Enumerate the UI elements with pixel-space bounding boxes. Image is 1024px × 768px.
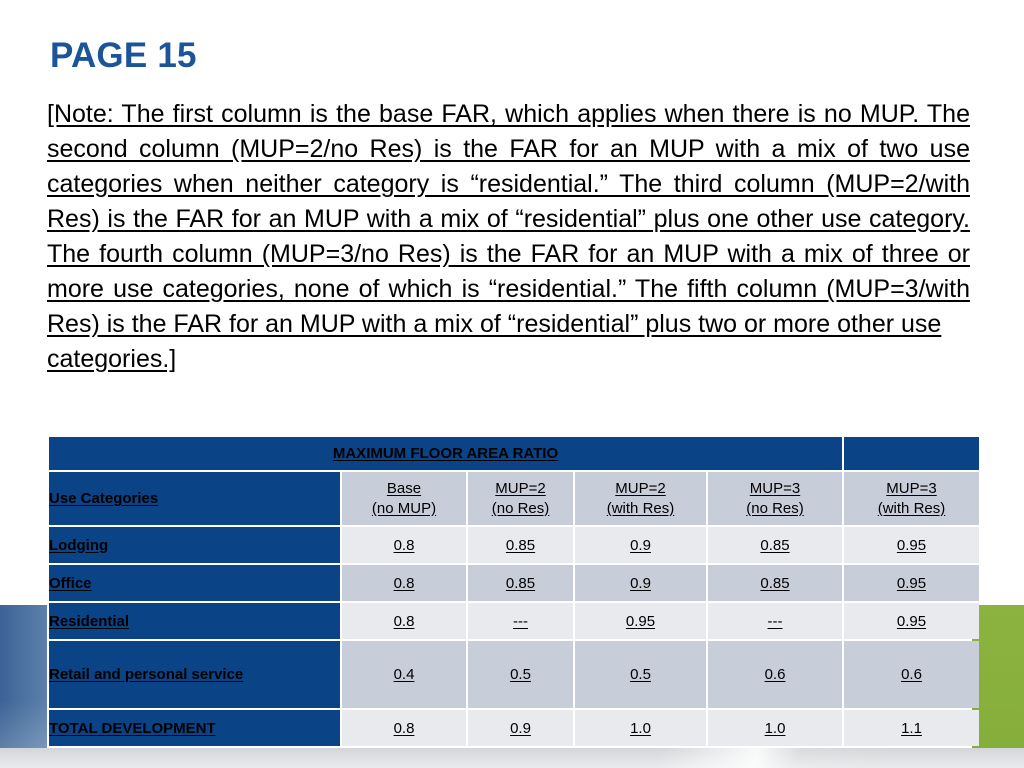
cell-office-base: 0.8 xyxy=(342,565,466,601)
decorative-footer-sheen xyxy=(660,748,890,768)
cell-total-mup2-no-res: 0.9 xyxy=(468,710,573,746)
cell-lodging-mup3-with-res: 0.95 xyxy=(844,527,979,563)
cell-residential-mup2-no-res: --- xyxy=(468,603,573,639)
cell-residential-mup3-no-res: --- xyxy=(708,603,842,639)
table-banner-spare-cell xyxy=(844,437,979,470)
cell-retail-mup2-no-res: 0.5 xyxy=(468,641,573,708)
table-row: Retail and personal service 0.4 0.5 0.5 … xyxy=(49,641,979,708)
column-header-line2: (no Res) xyxy=(491,499,550,517)
cell-residential-mup3-with-res: 0.95 xyxy=(844,603,979,639)
cell-lodging-mup2-no-res: 0.85 xyxy=(468,527,573,563)
column-header-line1: MUP=2 xyxy=(495,479,546,497)
cell-total-mup3-no-res: 1.0 xyxy=(708,710,842,746)
note-paragraph-last-line: categories.] xyxy=(47,345,177,373)
cell-office-mup3-no-res: 0.85 xyxy=(708,565,842,601)
cell-lodging-mup3-no-res: 0.85 xyxy=(708,527,842,563)
column-header-line1: MUP=3 xyxy=(749,479,801,497)
column-header-mup2-no-res: MUP=2 (no Res) xyxy=(468,472,573,525)
column-header-line1: MUP=2 xyxy=(615,479,666,497)
column-header-mup3-no-res: MUP=3 (no Res) xyxy=(708,472,842,525)
table-banner-title: MAXIMUM FLOOR AREA RATIO xyxy=(49,437,842,470)
cell-total-mup3-with-res: 1.1 xyxy=(844,710,979,746)
table-row: TOTAL DEVELOPMENT 0.8 0.9 1.0 1.0 1.1 xyxy=(49,710,979,746)
row-label-total-development: TOTAL DEVELOPMENT xyxy=(49,710,340,746)
column-header-line2: (with Res) xyxy=(606,499,675,517)
cell-total-mup2-with-res: 1.0 xyxy=(575,710,706,746)
column-header-mup2-with-res: MUP=2 (with Res) xyxy=(575,472,706,525)
maximum-floor-area-ratio-table: MAXIMUM FLOOR AREA RATIO Use Categories … xyxy=(47,435,981,748)
column-header-mup3-with-res: MUP=3 (with Res) xyxy=(844,472,979,525)
cell-office-mup3-with-res: 0.95 xyxy=(844,565,979,601)
table-row: Lodging 0.8 0.85 0.9 0.85 0.95 xyxy=(49,527,979,563)
note-paragraph: [Note: The first column is the base FAR,… xyxy=(47,97,970,377)
table-banner-row: MAXIMUM FLOOR AREA RATIO xyxy=(49,437,979,470)
note-paragraph-body: [Note: The first column is the base FAR,… xyxy=(47,100,970,338)
row-label-lodging: Lodging xyxy=(49,527,340,563)
column-header-line2: (with Res) xyxy=(877,499,946,517)
table-column-header-row: Use Categories Base (no MUP) MUP=2 (no R… xyxy=(49,472,979,525)
row-label-retail-and-personal-service: Retail and personal service xyxy=(49,641,340,708)
table-row: Office 0.8 0.85 0.9 0.85 0.95 xyxy=(49,565,979,601)
column-header-line1: MUP=3 xyxy=(886,479,937,497)
cell-lodging-base: 0.8 xyxy=(342,527,466,563)
column-header-line2: (no MUP) xyxy=(371,499,437,517)
row-label-residential: Residential xyxy=(49,603,340,639)
cell-residential-base: 0.8 xyxy=(342,603,466,639)
cell-office-mup2-no-res: 0.85 xyxy=(468,565,573,601)
cell-residential-mup2-with-res: 0.95 xyxy=(575,603,706,639)
cell-retail-base: 0.4 xyxy=(342,641,466,708)
cell-retail-mup2-with-res: 0.5 xyxy=(575,641,706,708)
cell-total-base: 0.8 xyxy=(342,710,466,746)
cell-lodging-mup2-with-res: 0.9 xyxy=(575,527,706,563)
column-header-base-no-mup: Base (no MUP) xyxy=(342,472,466,525)
column-header-line2: (no Res) xyxy=(746,499,804,517)
column-header-line1: Base xyxy=(386,479,422,497)
cell-retail-mup3-no-res: 0.6 xyxy=(708,641,842,708)
table-row: Residential 0.8 --- 0.95 --- 0.95 xyxy=(49,603,979,639)
decorative-left-blue-panel xyxy=(0,605,47,748)
column-header-use-categories: Use Categories xyxy=(49,472,340,525)
row-label-office: Office xyxy=(49,565,340,601)
cell-retail-mup3-with-res: 0.6 xyxy=(844,641,979,708)
cell-office-mup2-with-res: 0.9 xyxy=(575,565,706,601)
page-title: PAGE 15 xyxy=(50,36,197,75)
